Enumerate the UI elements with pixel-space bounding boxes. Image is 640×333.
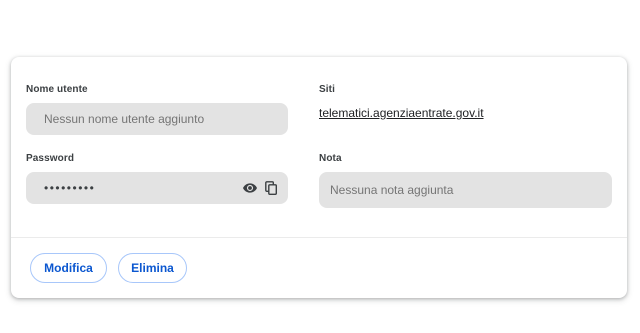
site-link[interactable]: telematici.agenziaentrate.gov.it	[319, 106, 484, 120]
sites-label: Siti	[319, 84, 335, 95]
note-label: Nota	[319, 153, 342, 164]
card-divider	[11, 237, 627, 238]
note-placeholder: Nessuna nota aggiunta	[330, 183, 454, 197]
eye-icon[interactable]	[241, 179, 259, 197]
password-details-card: Nome utente Nessun nome utente aggiunto …	[11, 57, 627, 298]
copy-icon[interactable]	[262, 179, 280, 197]
password-field[interactable]: •••••••••	[26, 172, 288, 204]
edit-button[interactable]: Modifica	[30, 253, 107, 283]
note-field[interactable]: Nessuna nota aggiunta	[319, 172, 612, 208]
username-field[interactable]: Nessun nome utente aggiunto	[26, 103, 288, 135]
username-label: Nome utente	[26, 84, 88, 95]
username-placeholder: Nessun nome utente aggiunto	[44, 112, 205, 126]
delete-button[interactable]: Elimina	[118, 253, 187, 283]
password-label: Password	[26, 153, 75, 164]
password-masked-value: •••••••••	[44, 181, 96, 195]
